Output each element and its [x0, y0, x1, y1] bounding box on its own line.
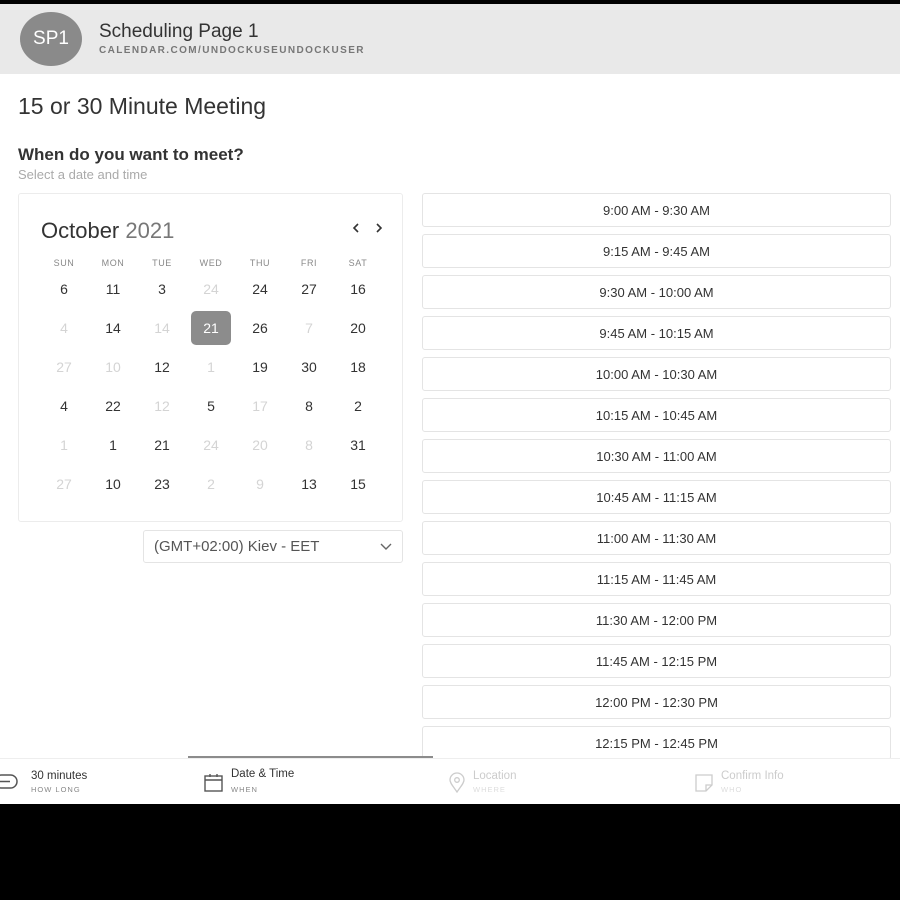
note-icon: [695, 774, 713, 792]
calendar-day[interactable]: 6: [44, 272, 84, 306]
step-label: Date & Time: [231, 768, 295, 780]
calendar-day: 17: [252, 398, 268, 414]
date-picker: October 2021 SUN MON TUE WED THU FRI SAT 6 11 3 24…: [18, 193, 403, 522]
calendar-day: 2: [207, 476, 215, 492]
weekday-header: THU: [249, 258, 271, 268]
time-slot-button[interactable]: 9:30 AM - 10:00 AM: [422, 275, 891, 309]
step-sublabel: WHERE: [473, 785, 506, 794]
page-header: SP1 Scheduling Page 1 CALENDAR.COM/UNDOC…: [0, 4, 900, 74]
calendar-day-selected[interactable]: 21: [191, 311, 231, 345]
calendar-day[interactable]: 27: [289, 272, 329, 306]
time-slot-button[interactable]: 11:15 AM - 11:45 AM: [422, 562, 891, 596]
calendar-day: 20: [252, 437, 268, 453]
duration-icon: [0, 774, 18, 789]
weekday-header: SAT: [348, 258, 368, 268]
calendar-day: 24: [203, 281, 219, 297]
meeting-title: 15 or 30 Minute Meeting: [18, 93, 267, 119]
calendar-day[interactable]: 15: [338, 467, 378, 501]
weekday-header: SUN: [53, 258, 75, 268]
calendar-day: 10: [105, 359, 121, 375]
time-slot-button[interactable]: 10:15 AM - 10:45 AM: [422, 398, 891, 432]
previous-month-button[interactable]: [347, 217, 365, 239]
page-name: Scheduling Page 1: [99, 21, 259, 42]
weekday-header: WED: [199, 258, 223, 268]
chevron-down-icon: [380, 543, 392, 550]
calendar-day[interactable]: 26: [240, 311, 280, 345]
year-label: 2021: [125, 218, 175, 243]
calendar-day: 24: [203, 437, 219, 453]
calendar-day[interactable]: 22: [93, 389, 133, 423]
time-slot-button[interactable]: 10:30 AM - 11:00 AM: [422, 439, 891, 473]
calendar-day[interactable]: 4: [44, 389, 84, 423]
calendar-day: 1: [207, 359, 215, 375]
calendar-day: 4: [60, 320, 68, 336]
calendar-day: 12: [154, 398, 170, 414]
calendar-day[interactable]: 19: [240, 350, 280, 384]
time-slot-button[interactable]: 9:15 AM - 9:45 AM: [422, 234, 891, 268]
calendar-day: 27: [56, 476, 72, 492]
time-slot-button[interactable]: 12:00 PM - 12:30 PM: [422, 685, 891, 719]
calendar-day[interactable]: 5: [191, 389, 231, 423]
location-pin-icon: [449, 772, 465, 794]
calendar-day[interactable]: 10: [93, 467, 133, 501]
calendar-day[interactable]: 12: [142, 350, 182, 384]
calendar-day[interactable]: 8: [289, 389, 329, 423]
time-slot-button[interactable]: 11:45 AM - 12:15 PM: [422, 644, 891, 678]
calendar-day[interactable]: 13: [289, 467, 329, 501]
step-label: Confirm Info: [721, 770, 784, 782]
time-slot-button[interactable]: 9:00 AM - 9:30 AM: [422, 193, 891, 227]
step-sublabel: WHO: [721, 785, 743, 794]
calendar-day[interactable]: 24: [240, 272, 280, 306]
booking-steps-bar: 30 minutes HOW LONG Date & Time WHEN Loc…: [0, 758, 900, 804]
page-url: CALENDAR.COM/UNDOCKUSEUNDOCKUSER: [99, 45, 365, 56]
calendar-day[interactable]: 30: [289, 350, 329, 384]
time-slot-button[interactable]: 10:45 AM - 11:15 AM: [422, 480, 891, 514]
weekday-header: TUE: [152, 258, 172, 268]
month-year-title: October 2021: [41, 218, 174, 244]
step-label: 30 minutes: [31, 770, 88, 782]
section-subtitle: Select a date and time: [18, 167, 148, 182]
calendar-day[interactable]: 23: [142, 467, 182, 501]
calendar-day[interactable]: 14: [93, 311, 133, 345]
chevron-right-icon: [376, 223, 383, 233]
time-slot-button[interactable]: 11:00 AM - 11:30 AM: [422, 521, 891, 555]
chevron-left-icon: [352, 223, 359, 233]
calendar-day: 14: [154, 320, 170, 336]
calendar-day: 7: [305, 320, 313, 336]
step-sublabel: HOW LONG: [31, 785, 81, 794]
next-month-button[interactable]: [370, 217, 388, 239]
time-slot-button[interactable]: 10:00 AM - 10:30 AM: [422, 357, 891, 391]
weekday-header: MON: [101, 258, 125, 268]
avatar: SP1: [20, 12, 82, 66]
calendar-day[interactable]: 16: [338, 272, 378, 306]
calendar-day[interactable]: 1: [93, 428, 133, 462]
step-sublabel: WHEN: [231, 785, 258, 794]
calendar-day[interactable]: 18: [338, 350, 378, 384]
calendar-day[interactable]: 11: [93, 272, 133, 306]
calendar-day: 27: [56, 359, 72, 375]
calendar-icon: [204, 774, 223, 792]
time-slot-button[interactable]: 9:45 AM - 10:15 AM: [422, 316, 891, 350]
time-slot-button[interactable]: 12:15 PM - 12:45 PM: [422, 726, 891, 760]
scheduling-page: SP1 Scheduling Page 1 CALENDAR.COM/UNDOC…: [0, 4, 900, 804]
step-label: Location: [473, 770, 517, 782]
calendar-day[interactable]: 31: [338, 428, 378, 462]
calendar-day[interactable]: 3: [142, 272, 182, 306]
timezone-value: (GMT+02:00) Kiev - EET: [154, 538, 320, 555]
calendar-day[interactable]: 2: [338, 389, 378, 423]
calendar-day: 9: [256, 476, 264, 492]
timezone-select[interactable]: (GMT+02:00) Kiev - EET: [143, 530, 403, 563]
calendar-day[interactable]: 21: [142, 428, 182, 462]
calendar-day[interactable]: 20: [338, 311, 378, 345]
month-label: October: [41, 218, 120, 243]
weekday-header: FRI: [300, 258, 318, 268]
calendar-day: 8: [305, 437, 313, 453]
section-heading: When do you want to meet?: [18, 145, 244, 164]
time-slot-button[interactable]: 11:30 AM - 12:00 PM: [422, 603, 891, 637]
calendar-day: 1: [60, 437, 68, 453]
